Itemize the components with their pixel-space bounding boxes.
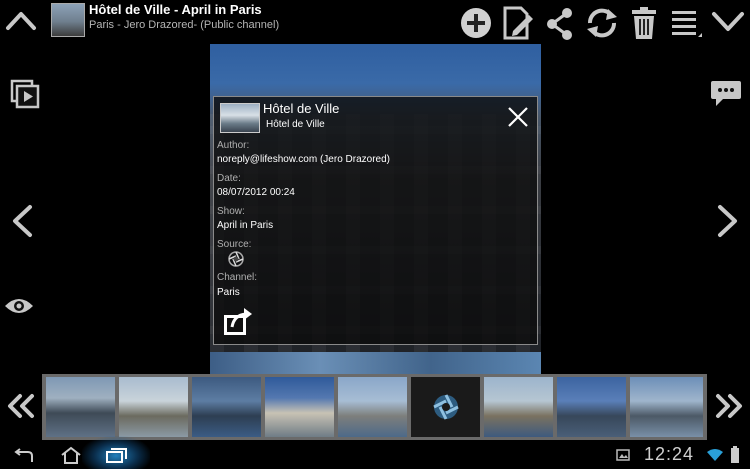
comment-icon[interactable] (709, 79, 743, 109)
trash-icon[interactable] (630, 6, 658, 40)
channel-value: Paris (217, 287, 240, 298)
home-icon[interactable] (60, 446, 82, 464)
fast-forward-double-chevron-icon[interactable] (712, 392, 746, 420)
eye-icon[interactable] (4, 296, 34, 316)
channel-thumbnail (51, 3, 85, 37)
share-icon[interactable] (546, 7, 574, 41)
battery-icon (730, 446, 740, 464)
dialog-title: Hôtel de Ville (263, 101, 340, 116)
photo-ground (210, 352, 541, 374)
show-value: April in Paris (217, 220, 274, 231)
filmstrip (42, 374, 707, 440)
filmstrip-thumb[interactable] (119, 377, 188, 437)
dialog-thumbnail (220, 103, 260, 133)
filmstrip-thumb[interactable] (630, 377, 703, 437)
chevron-up-icon[interactable] (4, 6, 38, 36)
filmstrip-thumb[interactable] (46, 377, 115, 437)
date-label: Date: (217, 173, 241, 184)
rewind-double-chevron-icon[interactable] (4, 392, 38, 420)
back-icon[interactable] (12, 448, 36, 464)
page-title: Hôtel de Ville - April in Paris (89, 2, 262, 17)
channel-label: Channel: (217, 272, 258, 283)
chevron-down-icon[interactable] (710, 8, 746, 36)
filmstrip-thumb[interactable] (192, 377, 261, 437)
filmstrip-thumb[interactable] (557, 377, 626, 437)
previous-chevron-icon[interactable] (8, 203, 36, 239)
loading-aperture-icon (431, 392, 461, 422)
source-aperture-icon[interactable] (228, 251, 244, 267)
dialog-subtitle: Hôtel de Ville (266, 119, 325, 130)
author-value: noreply@lifeshow.com (Jero Drazored) (217, 154, 390, 165)
close-icon[interactable] (506, 105, 530, 129)
gallery-notification-icon (616, 449, 630, 461)
filmstrip-thumb[interactable] (338, 377, 407, 437)
edit-icon[interactable] (501, 5, 535, 41)
next-chevron-icon[interactable] (714, 203, 742, 239)
source-label: Source: (217, 239, 252, 250)
wifi-icon (706, 448, 724, 462)
info-dialog: Hôtel de Ville Hôtel de Ville Author: no… (213, 96, 538, 345)
clock: 12:24 (644, 444, 695, 464)
show-label: Show: (217, 206, 245, 217)
date-value: 08/07/2012 00:24 (217, 187, 295, 198)
filmstrip-thumb-selected[interactable] (411, 377, 480, 437)
page-subtitle: Paris - Jero Drazored- (Public channel) (89, 19, 280, 31)
menu-lines-icon[interactable] (670, 9, 702, 37)
filmstrip-thumb[interactable] (484, 377, 553, 437)
author-label: Author: (217, 140, 250, 151)
open-external-icon[interactable] (222, 307, 254, 337)
slideshow-icon[interactable] (10, 79, 40, 109)
recent-apps-icon[interactable] (105, 446, 129, 464)
filmstrip-thumb[interactable] (265, 377, 334, 437)
add-circle-icon[interactable] (459, 6, 493, 40)
refresh-icon[interactable] (584, 6, 620, 40)
